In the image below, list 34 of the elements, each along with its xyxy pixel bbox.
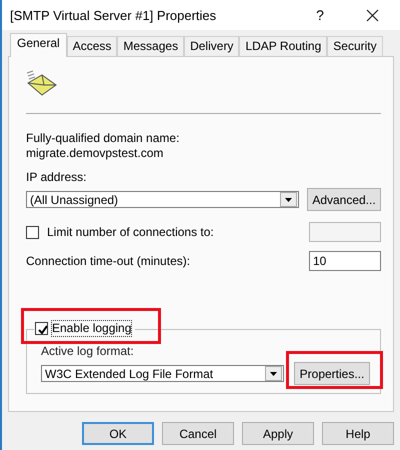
- dialog-button[interactable]: Help: [322, 422, 394, 445]
- close-icon: [366, 8, 378, 22]
- ip-address-dropdown[interactable]: (All Unassigned): [26, 191, 299, 208]
- window-title: [SMTP Virtual Server #1] Properties: [10, 8, 218, 22]
- properties-button[interactable]: Properties...: [294, 362, 370, 385]
- dialog-button[interactable]: Apply: [242, 422, 314, 445]
- dropdown-button[interactable]: [280, 192, 297, 207]
- help-button[interactable]: ?: [310, 7, 330, 23]
- caret-icon: [270, 372, 277, 376]
- checkbox-label: Limit number of connections to:: [47, 224, 214, 240]
- input-field[interactable]: [309, 222, 381, 242]
- checkbox[interactable]: [35, 322, 48, 335]
- dialog-button[interactable]: Cancel: [162, 422, 234, 445]
- domain-name: migrate.demovpstest.com: [26, 146, 164, 161]
- check-icon: [36, 324, 46, 334]
- tab[interactable]: LDAP Routing: [239, 36, 328, 56]
- checkbox[interactable]: [26, 226, 39, 238]
- caret-icon: [285, 198, 292, 202]
- tab[interactable]: Access: [66, 36, 118, 56]
- field-label: Fully-qualified domain name:: [26, 131, 180, 146]
- tab[interactable]: Delivery: [184, 36, 240, 56]
- input-field[interactable]: 10: [309, 251, 381, 271]
- checkbox-label: Enable logging: [52, 321, 132, 336]
- field-label: Connection time-out (minutes):: [26, 254, 190, 268]
- field-label: IP address:: [26, 170, 88, 185]
- log-format-dropdown[interactable]: W3C Extended Log File Format: [41, 365, 284, 382]
- tab[interactable]: General: [10, 33, 67, 57]
- advanced-button[interactable]: Advanced...: [307, 188, 381, 211]
- envelope-icon: [26, 69, 58, 97]
- field-label: Active log format:: [41, 344, 135, 359]
- dropdown-button[interactable]: [265, 366, 282, 381]
- tab[interactable]: Messages: [117, 36, 184, 56]
- dialog-button[interactable]: OK: [82, 422, 154, 445]
- tab[interactable]: Security: [327, 36, 383, 56]
